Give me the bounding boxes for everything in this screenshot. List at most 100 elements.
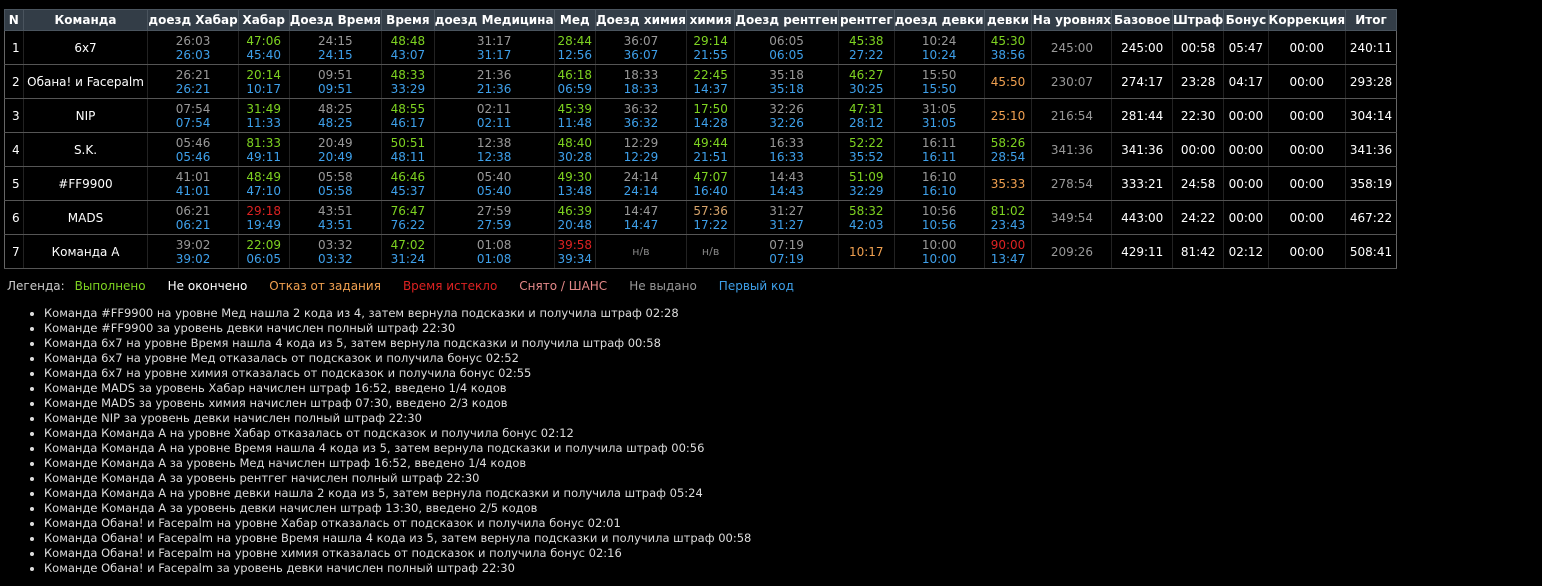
- column-header: Время: [381, 9, 435, 31]
- first-code-time: 43:07: [390, 47, 426, 62]
- first-code-time: 32:26: [769, 115, 804, 130]
- time-value: 36:32: [623, 101, 659, 116]
- first-code-time: 30:28: [557, 149, 593, 164]
- level-time-cell: 35:18 35:18: [734, 64, 839, 99]
- level-time-cell: 03:32 03:32: [288, 234, 383, 269]
- first-code-time: 10:56: [921, 217, 957, 232]
- first-code-time: 41:01: [175, 183, 211, 198]
- column-header: Итог: [1345, 9, 1397, 31]
- time-value: 58:32: [848, 203, 884, 218]
- level-time-cell: 46:46 45:37: [381, 166, 435, 201]
- level-time-cell: 10:00 10:00: [893, 234, 985, 269]
- level-time-cell: 12:38 12:38: [433, 132, 555, 167]
- level-time-cell: н/в: [685, 234, 736, 269]
- total-time: 293:28: [1345, 64, 1397, 99]
- team-name: S.K.: [22, 132, 149, 167]
- base-time: 443:00: [1111, 200, 1173, 235]
- time-value: 48:25: [318, 101, 353, 116]
- first-code-time: 10:24: [921, 47, 957, 62]
- level-time-cell: 57:36 17:22: [685, 200, 736, 235]
- rank-cell: 6: [4, 200, 24, 235]
- rank-cell: 4: [4, 132, 24, 167]
- first-code-time: 11:33: [246, 115, 281, 130]
- team-name: Команда А: [22, 234, 149, 269]
- team-name: Обана! и Facepalm: [22, 64, 149, 99]
- column-header: N: [4, 9, 24, 31]
- first-code-time: 21:51: [693, 149, 728, 164]
- time-value: 26:21: [175, 67, 211, 82]
- time-value: 50:51: [390, 135, 426, 150]
- time-value: н/в: [701, 244, 720, 258]
- event-log: Команда #FF9900 на уровне Мед нашла 2 ко…: [26, 306, 751, 576]
- level-time-cell: 47:07 16:40: [685, 166, 736, 201]
- level-time-cell: 50:51 48:11: [381, 132, 435, 167]
- first-code-time: 03:32: [318, 251, 353, 266]
- time-value: 05:40: [476, 169, 512, 184]
- time-value: 29:18: [246, 203, 281, 218]
- first-code-time: 11:48: [557, 115, 593, 130]
- time-value: 09:51: [318, 67, 353, 82]
- time-value: 48:55: [390, 101, 426, 116]
- bonus-time: 00:00: [1223, 200, 1269, 235]
- time-value: 48:33: [390, 67, 426, 82]
- column-header: доезд Медицина: [433, 9, 555, 31]
- level-time-cell: 48:55 46:17: [381, 98, 435, 133]
- column-header: доезд Хабар: [147, 9, 239, 31]
- rank-cell: 7: [4, 234, 24, 269]
- first-code-time: 16:10: [921, 183, 957, 198]
- log-entry: Команда 6x7 на уровне Мед отказалась от …: [44, 351, 751, 366]
- first-code-time: 26:21: [175, 81, 211, 96]
- level-time-cell: 05:58 05:58: [288, 166, 383, 201]
- first-code-time: 18:33: [623, 81, 659, 96]
- first-code-time: 39:02: [175, 251, 211, 266]
- level-time-cell: 45:38 27:22: [837, 30, 895, 65]
- first-code-time: 21:36: [476, 81, 512, 96]
- time-value: 31:17: [476, 33, 512, 48]
- bonus-time: 00:00: [1223, 166, 1269, 201]
- log-entry: Команда #FF9900 на уровне Мед нашла 2 ко…: [44, 306, 751, 321]
- first-code-time: 27:22: [848, 47, 884, 62]
- table-row: 7 Команда А 39:02 39:02 22:09 06:05 03:32 03:32…: [4, 234, 1397, 269]
- levels-time: 230:07: [1031, 64, 1113, 99]
- log-entry: Команде Команда А за уровень рентгег нач…: [44, 471, 751, 486]
- level-time-cell: 31:05 31:05: [893, 98, 985, 133]
- bonus-time: 05:47: [1223, 30, 1269, 65]
- column-header: На уровнях: [1031, 9, 1113, 31]
- column-header: Хабар: [237, 9, 290, 31]
- correction-time: 00:00: [1267, 234, 1347, 269]
- first-code-time: 36:32: [623, 115, 659, 130]
- total-time: 304:14: [1345, 98, 1397, 133]
- legend-item: Время истекло: [402, 279, 498, 293]
- time-value: 57:36: [693, 203, 728, 218]
- log-entry: Команде NIP за уровень девки начислен по…: [44, 411, 751, 426]
- penalty-time: 24:22: [1171, 200, 1225, 235]
- level-time-cell: 47:06 45:40: [237, 30, 290, 65]
- level-time-cell: 49:30 13:48: [553, 166, 596, 201]
- level-time-cell: 46:18 06:59: [553, 64, 596, 99]
- first-code-time: 07:19: [769, 251, 804, 266]
- time-value: 16:33: [769, 135, 804, 150]
- first-code-time: 28:54: [990, 149, 1026, 164]
- first-code-time: 48:25: [318, 115, 353, 130]
- level-time-cell: 21:36 21:36: [433, 64, 555, 99]
- time-value: 36:07: [623, 33, 659, 48]
- first-code-time: 48:11: [390, 149, 426, 164]
- log-entry: Команде Обана! и Facepalm за уровень дев…: [44, 561, 751, 576]
- bonus-time: 00:00: [1223, 98, 1269, 133]
- time-value: 35:18: [769, 67, 804, 82]
- level-time-cell: 17:50 14:28: [685, 98, 736, 133]
- time-value: 06:21: [175, 203, 211, 218]
- first-code-time: 31:27: [769, 217, 804, 232]
- time-value: 49:44: [693, 135, 728, 150]
- team-name: #FF9900: [22, 166, 149, 201]
- time-value: 45:38: [848, 33, 884, 48]
- time-value: 81:02: [990, 203, 1026, 218]
- table-row: 4 S.K. 05:46 05:46 81:33 49:11 20:49 20:49 50:51…: [4, 132, 1397, 167]
- column-header: девки: [983, 9, 1033, 31]
- level-time-cell: 90:00 13:47: [983, 234, 1033, 269]
- level-time-cell: 22:45 14:37: [685, 64, 736, 99]
- time-value: 32:26: [769, 101, 804, 116]
- level-time-cell: 36:07 36:07: [594, 30, 687, 65]
- time-value: 06:05: [769, 33, 804, 48]
- log-entry: Команда Обана! и Facepalm на уровне Хаба…: [44, 516, 751, 531]
